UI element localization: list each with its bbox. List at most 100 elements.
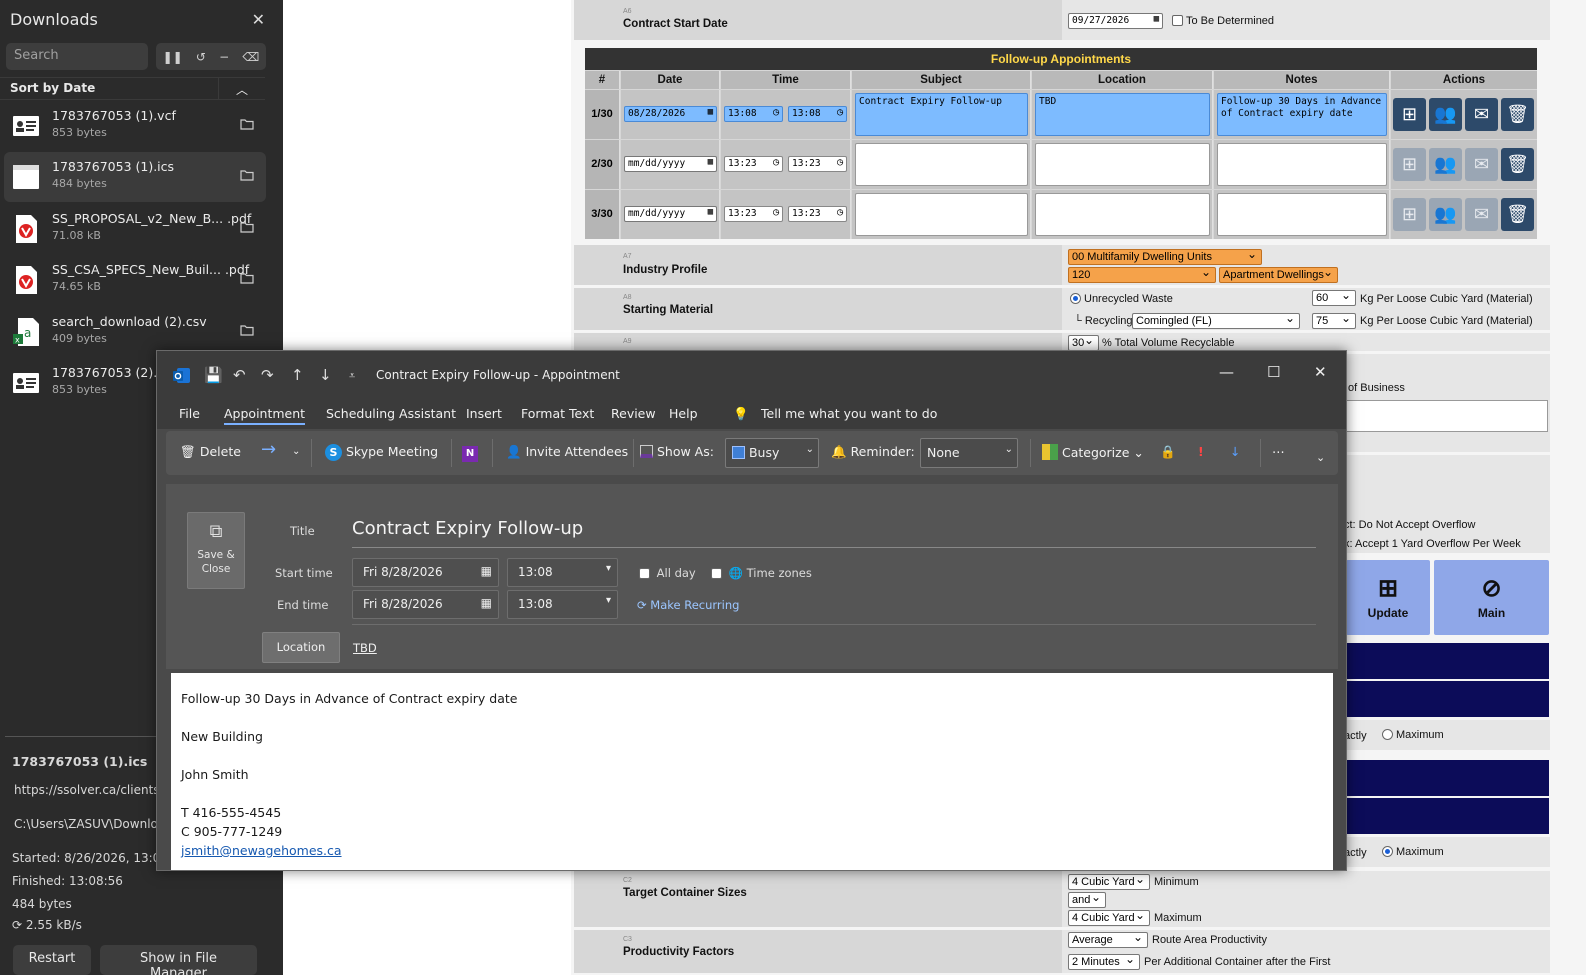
show-as-dropdown[interactable]: Busy ⌄ xyxy=(725,438,819,468)
title-input[interactable]: Contract Expiry Follow-up xyxy=(352,514,1316,548)
arrow-up-icon[interactable]: ↑ xyxy=(291,366,304,384)
show-in-file-manager-button[interactable]: Show in File Manager xyxy=(100,945,257,975)
trash-icon[interactable]: 🗑 xyxy=(1501,198,1534,231)
chevron-down-icon[interactable]: ⌄ xyxy=(292,446,300,457)
minus-icon[interactable]: − xyxy=(219,50,229,64)
checkbox[interactable] xyxy=(639,568,650,579)
pause-icon[interactable]: ❚❚ xyxy=(163,50,183,64)
reminder-dropdown[interactable]: None ⌄ xyxy=(920,438,1018,468)
history-icon[interactable]: ↺ xyxy=(196,50,206,64)
contacts-icon[interactable]: 👥 xyxy=(1429,198,1462,231)
max-size-select[interactable]: 4 Cubic Yard xyxy=(1068,910,1150,926)
units-input[interactable]: 120 xyxy=(1068,267,1216,283)
onenote-icon[interactable]: N xyxy=(462,444,478,462)
all-day-checkbox[interactable]: All day xyxy=(639,566,696,580)
add-icon[interactable]: ⊞ xyxy=(1393,98,1426,131)
time-zones-checkbox[interactable]: 🌐 Time zones xyxy=(711,566,812,580)
menu-scheduling-assistant[interactable]: Scheduling Assistant xyxy=(326,406,456,421)
menu-help[interactable]: Help xyxy=(669,406,698,421)
checkbox[interactable] xyxy=(1172,15,1183,26)
radio[interactable] xyxy=(1382,846,1393,857)
calendar-icon[interactable]: ▦ xyxy=(481,564,492,578)
start-time-input[interactable]: 13:23 xyxy=(724,156,783,172)
menu-review[interactable]: Review xyxy=(611,406,656,421)
lock-icon[interactable]: 🔒 xyxy=(1160,444,1176,460)
recyclable-pct-select[interactable]: 30 xyxy=(1068,335,1099,351)
end-time-input[interactable]: 13:23 xyxy=(788,156,847,172)
contract-start-date-input[interactable]: 09/27/2026 xyxy=(1068,13,1163,29)
subject-textarea[interactable] xyxy=(855,143,1028,186)
email-link[interactable]: jsmith@newagehomes.ca xyxy=(181,843,342,858)
detail-path[interactable]: C:\Users\ZASUV\Downlo xyxy=(14,817,158,831)
start-date-input[interactable]: Fri 8/28/2026 ▦ xyxy=(352,558,499,587)
location-textarea[interactable] xyxy=(1035,193,1210,236)
min-size-select[interactable]: 4 Cubic Yard xyxy=(1068,874,1150,890)
close-icon[interactable]: ✕ xyxy=(252,10,265,29)
tbd-checkbox[interactable]: To Be Determined xyxy=(1172,15,1274,27)
contacts-icon[interactable]: 👥 xyxy=(1429,98,1462,131)
categorize-button[interactable]: Categorize ⌄ xyxy=(1042,444,1144,460)
low-importance-icon[interactable]: ↓ xyxy=(1230,444,1240,459)
kg-select-2[interactable]: 75 xyxy=(1312,313,1356,329)
dwelling-type-select[interactable]: Apartment Dwellings xyxy=(1219,267,1338,283)
invite-attendees-button[interactable]: 👤 Invite Attendees xyxy=(506,444,628,460)
customize-qat-icon[interactable]: ⩡ xyxy=(349,369,355,383)
productivity-select[interactable]: Average xyxy=(1068,932,1148,948)
download-item[interactable]: SS_CSA_SPECS_New_Buil... .pdf 74.65 kB xyxy=(4,255,266,305)
chevron-down-icon[interactable]: ▾ xyxy=(606,595,611,606)
recycling-select[interactable]: Comingled (FL) xyxy=(1132,313,1300,329)
close-icon[interactable]: ✕ xyxy=(1314,363,1327,381)
location-button[interactable]: Location xyxy=(262,632,340,663)
redo-icon[interactable]: ↷ xyxy=(261,366,274,384)
start-time-input[interactable]: 13:23 xyxy=(724,206,783,222)
industry-select[interactable]: 00 Multifamily Dwelling Units xyxy=(1068,249,1262,265)
download-item[interactable]: 1783767053 (1).ics 484 bytes xyxy=(4,152,266,202)
start-time-input[interactable]: 13:08 xyxy=(724,106,783,122)
arrow-down-icon[interactable]: ↓ xyxy=(319,366,332,384)
download-item[interactable]: SS_PROPOSAL_v2_New_B... .pdf 71.08 kB xyxy=(4,204,266,254)
chevron-down-icon[interactable]: ▾ xyxy=(606,563,611,574)
outlook-icon[interactable]: ✉ xyxy=(1465,198,1498,231)
chevron-up-icon[interactable]: ︿ xyxy=(219,78,265,99)
folder-icon[interactable] xyxy=(240,324,254,336)
folder-icon[interactable] xyxy=(240,118,254,130)
date-input[interactable]: mm/dd/yyyy xyxy=(624,156,717,172)
maximize-icon[interactable]: ☐ xyxy=(1267,363,1280,381)
outlook-icon[interactable]: ✉ xyxy=(1465,148,1498,181)
menu-appointment[interactable]: Appointment xyxy=(224,406,306,425)
maximum-radio[interactable]: Maximum xyxy=(1382,729,1444,741)
calendar-icon[interactable]: ▦ xyxy=(481,596,492,610)
folder-icon[interactable] xyxy=(240,221,254,233)
contacts-icon[interactable]: 👥 xyxy=(1429,148,1462,181)
and-select[interactable]: and xyxy=(1068,892,1106,908)
menu-insert[interactable]: Insert xyxy=(466,406,502,421)
business-textarea[interactable] xyxy=(1344,400,1548,432)
location-textarea[interactable]: TBD xyxy=(1035,93,1210,136)
trash-icon[interactable]: 🗑 xyxy=(1501,98,1534,131)
end-time-input[interactable]: 13:08 ▾ xyxy=(507,590,618,619)
maximum-radio[interactable]: Maximum xyxy=(1382,846,1444,858)
save-close-button[interactable]: ⧉ Save & Close xyxy=(187,512,245,589)
radio[interactable] xyxy=(1070,293,1081,304)
chevron-down-icon[interactable]: ⌄ xyxy=(1316,451,1325,464)
additional-container-select[interactable]: 2 Minutes xyxy=(1068,954,1140,970)
skype-meeting-button[interactable]: S Skype Meeting xyxy=(325,444,438,461)
appointment-body[interactable]: Follow-up 30 Days in Advance of Contract… xyxy=(171,673,1333,870)
kg-select-1[interactable]: 60 xyxy=(1312,290,1356,306)
folder-icon[interactable] xyxy=(240,169,254,181)
location-value[interactable]: TBD xyxy=(353,641,377,655)
subject-textarea[interactable] xyxy=(855,193,1028,236)
detail-url[interactable]: https://ssolver.ca/clients/ xyxy=(14,783,164,797)
download-item[interactable]: 1783767053 (1).vcf 853 bytes xyxy=(4,101,266,151)
tell-me-search[interactable]: Tell me what you want to do xyxy=(761,406,937,421)
delete-button[interactable]: 🗑 Delete xyxy=(180,444,241,460)
trash-icon[interactable]: 🗑 xyxy=(1501,148,1534,181)
checkbox[interactable] xyxy=(711,568,722,579)
broom-icon[interactable]: ⌫ xyxy=(242,50,259,64)
undo-icon[interactable]: ↶ xyxy=(233,366,246,384)
end-date-input[interactable]: Fri 8/28/2026 ▦ xyxy=(352,590,499,619)
search-input[interactable]: Search xyxy=(6,43,148,70)
notes-textarea[interactable] xyxy=(1217,143,1387,186)
add-icon[interactable]: ⊞ xyxy=(1393,148,1426,181)
forward-arrow-icon[interactable]: → xyxy=(261,439,276,460)
